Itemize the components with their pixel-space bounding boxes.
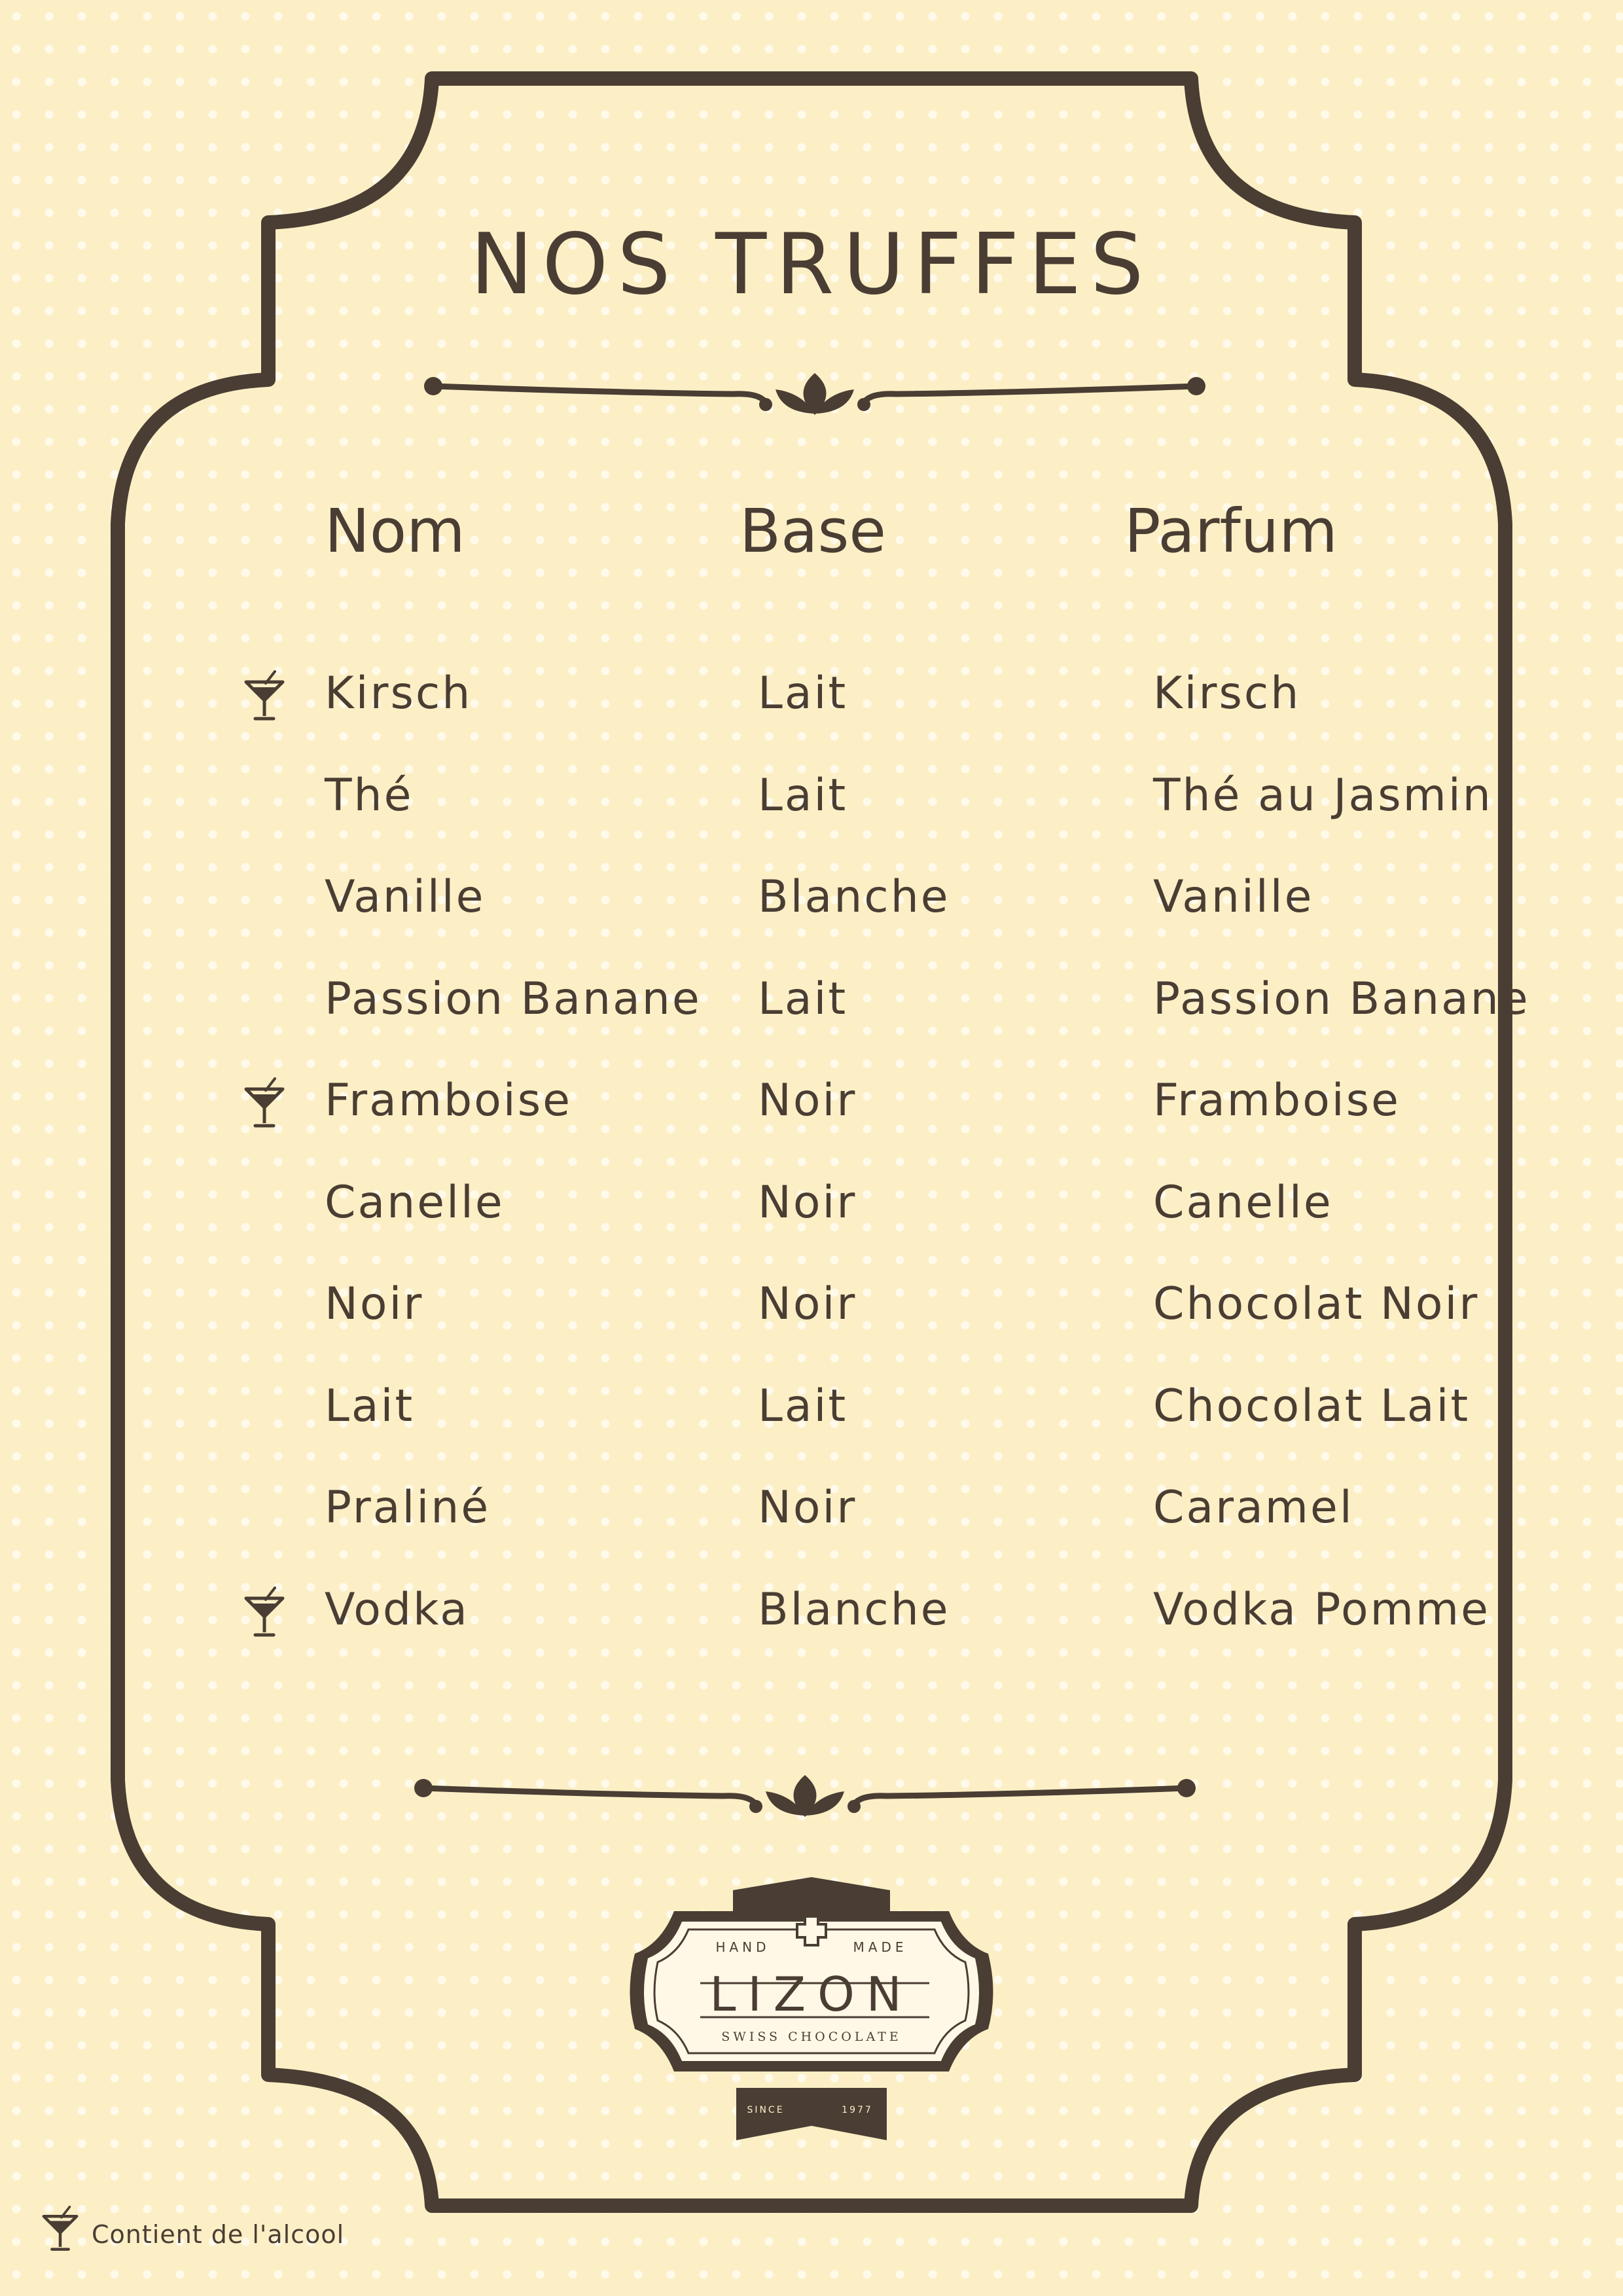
- cell-name: Kirsch: [325, 668, 473, 719]
- cell-base: Lait: [758, 668, 848, 719]
- cocktail-icon: [244, 1587, 285, 1637]
- cell-name: Canelle: [325, 1177, 505, 1229]
- cell-name: Framboise: [325, 1075, 572, 1126]
- column-header-flavor: Parfum: [1124, 496, 1338, 566]
- cell-name: Thé: [325, 770, 414, 821]
- logo-hand-label: HAND: [715, 1939, 770, 1955]
- bottom-ornament-divider: [414, 1775, 1196, 1817]
- cell-base: Lait: [758, 973, 848, 1025]
- cell-base: Lait: [758, 1380, 848, 1432]
- cell-name: Vodka: [325, 1584, 469, 1636]
- cell-flavor: Chocolat Lait: [1153, 1380, 1471, 1432]
- cocktail-icon: [244, 1077, 285, 1128]
- cell-flavor: Caramel: [1153, 1482, 1354, 1534]
- cell-base: Noir: [758, 1177, 857, 1229]
- cell-name: Noir: [325, 1278, 424, 1330]
- cell-base: Noir: [758, 1278, 857, 1330]
- cell-name: Vanille: [325, 871, 486, 923]
- top-ornament-divider: [424, 373, 1205, 415]
- cell-flavor: Framboise: [1153, 1075, 1400, 1126]
- cocktail-icon: [244, 670, 285, 721]
- cell-flavor: Vodka Pomme: [1153, 1584, 1490, 1636]
- page-title: NOS TRUFFES: [470, 216, 1153, 314]
- column-header-base: Base: [740, 496, 887, 566]
- cell-base: Lait: [758, 770, 848, 821]
- logo-brand-name: LIZON: [709, 1967, 913, 2022]
- logo-made-label: MADE: [853, 1939, 908, 1955]
- cell-flavor: Canelle: [1153, 1177, 1333, 1229]
- cell-base: Blanche: [758, 871, 950, 923]
- cell-base: Noir: [758, 1482, 857, 1534]
- column-header-name: Nom: [325, 496, 465, 566]
- logo-since-label: SINCE: [747, 2105, 784, 2115]
- cell-flavor: Kirsch: [1153, 668, 1301, 719]
- logo-since-year: 1977: [842, 2105, 873, 2115]
- cocktail-icon: [42, 2206, 79, 2251]
- cell-name: Passion Banane: [325, 973, 702, 1025]
- logo-tagline: SWISS CHOCOLATE: [721, 2030, 901, 2044]
- alcohol-legend-text: Contient de l'alcool: [92, 2220, 345, 2249]
- cell-flavor: Vanille: [1153, 871, 1314, 923]
- cell-flavor: Passion Banane: [1153, 973, 1530, 1025]
- cell-base: Blanche: [758, 1584, 950, 1636]
- cell-flavor: Thé au Jasmin: [1153, 770, 1493, 821]
- lizon-logo: HAND MADE LIZON SWISS CHOCOLATE SINCE 19…: [630, 1877, 993, 2140]
- cell-flavor: Chocolat Noir: [1153, 1278, 1480, 1330]
- cell-base: Noir: [758, 1075, 857, 1126]
- cell-name: Lait: [325, 1380, 415, 1432]
- cell-name: Praliné: [325, 1482, 491, 1534]
